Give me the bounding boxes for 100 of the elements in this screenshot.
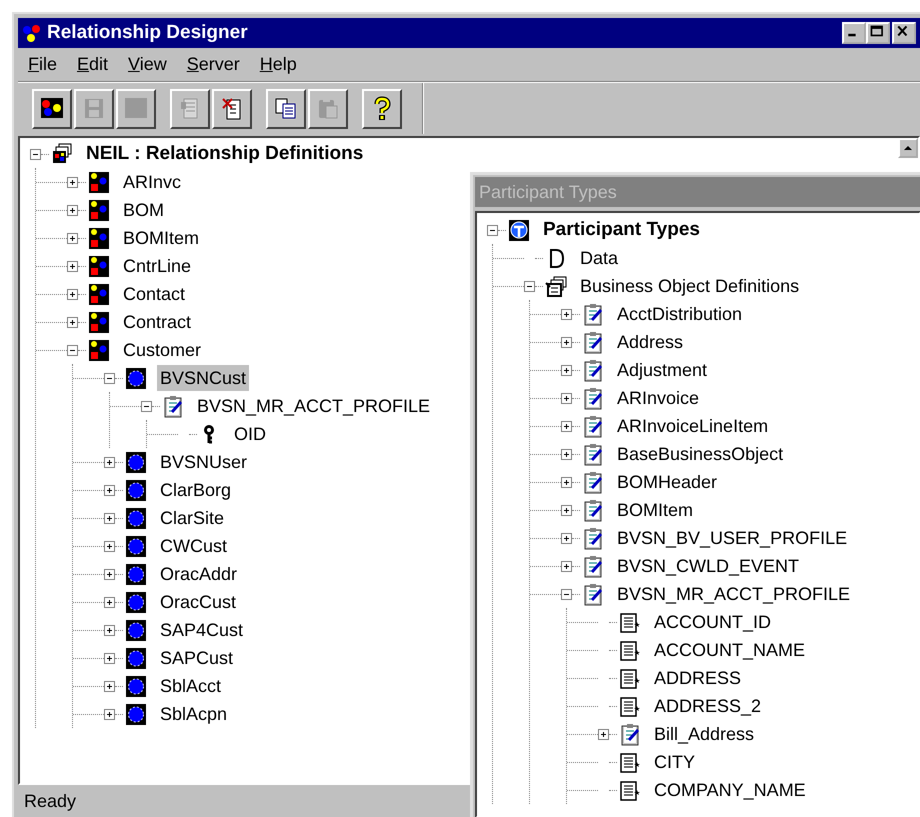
- table-field-icon: [619, 666, 641, 690]
- tree-item[interactable]: ARInvc: [120, 169, 184, 195]
- tree-item[interactable]: BVSNUser: [157, 449, 250, 475]
- scroll-up-button[interactable]: [898, 138, 918, 158]
- collapse-toggle[interactable]: [487, 224, 498, 236]
- tree-item[interactable]: BOMItem: [120, 225, 202, 251]
- expand-toggle[interactable]: [598, 728, 609, 740]
- tree-item[interactable]: AcctDistribution: [614, 301, 746, 327]
- expand-toggle[interactable]: [561, 336, 572, 348]
- relationship-icon: [88, 338, 110, 362]
- tree-item[interactable]: CntrLine: [120, 253, 194, 279]
- expand-toggle[interactable]: [67, 176, 78, 188]
- tree-item[interactable]: BVSN_MR_ACCT_PROFILE: [194, 393, 434, 419]
- app-icon: [22, 24, 41, 42]
- expand-toggle[interactable]: [104, 456, 115, 468]
- expand-toggle[interactable]: [561, 532, 572, 544]
- tree-item[interactable]: Participant Types: [540, 217, 703, 243]
- expand-toggle[interactable]: [561, 420, 572, 432]
- toolbar-button[interactable]: [32, 88, 72, 128]
- tree-item[interactable]: Business Object Definitions: [577, 273, 802, 299]
- tree-item[interactable]: ClarSite: [157, 505, 228, 531]
- collapse-toggle[interactable]: [67, 344, 78, 356]
- tree-item[interactable]: SblAcpn: [157, 701, 230, 727]
- expand-toggle[interactable]: [104, 512, 115, 524]
- expand-toggle[interactable]: [67, 288, 78, 300]
- expand-toggle[interactable]: [67, 204, 78, 216]
- collapse-toggle[interactable]: [30, 148, 41, 160]
- tree-item[interactable]: NEIL : Relationship Definitions: [83, 141, 366, 167]
- expand-toggle[interactable]: [561, 560, 572, 572]
- expand-toggle[interactable]: [104, 484, 115, 496]
- expand-toggle[interactable]: [67, 232, 78, 244]
- relationship-icon: [88, 282, 110, 306]
- tree-item[interactable]: Contract: [120, 309, 194, 335]
- tree-item[interactable]: ADDRESS: [651, 665, 744, 691]
- expand-toggle[interactable]: [561, 392, 572, 404]
- maximize-button[interactable]: [866, 22, 890, 44]
- tree-item[interactable]: Address: [614, 329, 686, 355]
- tree-item[interactable]: BOMHeader: [614, 469, 720, 495]
- tree-item[interactable]: BVSN_MR_ACCT_PROFILE: [614, 581, 854, 607]
- tree-item[interactable]: BOMItem: [614, 497, 696, 523]
- tree-item[interactable]: ARInvoice: [614, 385, 702, 411]
- collapse-toggle[interactable]: [104, 372, 115, 384]
- tree-item[interactable]: SAPCust: [157, 645, 236, 671]
- toolbar-button[interactable]: [212, 88, 252, 128]
- collapse-toggle[interactable]: [524, 280, 535, 292]
- expand-toggle[interactable]: [561, 504, 572, 516]
- tree-item[interactable]: OracCust: [157, 589, 240, 615]
- expand-toggle[interactable]: [561, 364, 572, 376]
- relationship-icon: [88, 226, 110, 250]
- tree-item[interactable]: BVSN_BV_USER_PROFILE: [614, 525, 850, 551]
- tree-item[interactable]: SAP4Cust: [157, 617, 246, 643]
- tree-item[interactable]: BaseBusinessObject: [614, 441, 786, 467]
- toolbar-button[interactable]: [266, 88, 306, 128]
- clipboard-icon: [582, 414, 604, 438]
- tree-item[interactable]: ARInvoiceLineItem: [614, 413, 772, 439]
- minimize-button[interactable]: [842, 22, 866, 44]
- menu-item[interactable]: Edit: [67, 51, 118, 78]
- expand-toggle[interactable]: [67, 316, 78, 328]
- tree-item[interactable]: Customer: [120, 337, 204, 363]
- tree-item[interactable]: ACCOUNT_NAME: [651, 637, 808, 663]
- clipboard-icon: [582, 330, 604, 354]
- menu-item[interactable]: View: [118, 51, 177, 78]
- tree-item[interactable]: CWCust: [157, 533, 230, 559]
- expand-toggle[interactable]: [67, 260, 78, 272]
- expand-toggle[interactable]: [104, 624, 115, 636]
- expand-toggle[interactable]: [104, 652, 115, 664]
- tree-item[interactable]: Contact: [120, 281, 188, 307]
- expand-toggle[interactable]: [104, 568, 115, 580]
- tree-item[interactable]: ClarBorg: [157, 477, 234, 503]
- expand-toggle[interactable]: [104, 680, 115, 692]
- expand-toggle[interactable]: [104, 708, 115, 720]
- expand-toggle[interactable]: [561, 476, 572, 488]
- table-field-icon: [619, 638, 641, 662]
- tree-item[interactable]: OID: [231, 421, 270, 447]
- relationship-icon: [88, 310, 110, 334]
- tree-item[interactable]: CITY: [651, 749, 698, 775]
- tree-item[interactable]: OracAddr: [157, 561, 240, 587]
- table-field-icon: [619, 750, 641, 774]
- collapse-toggle[interactable]: [561, 588, 572, 600]
- tree-item[interactable]: ADDRESS_2: [651, 693, 764, 719]
- tree-item[interactable]: Bill_Address: [651, 721, 758, 747]
- expand-toggle[interactable]: [104, 540, 115, 552]
- tree-item[interactable]: BVSNCust: [157, 365, 250, 391]
- tree-item[interactable]: COMPANY_NAME: [651, 777, 809, 803]
- server-icon: [51, 142, 73, 166]
- expand-toggle[interactable]: [561, 308, 572, 320]
- expand-toggle[interactable]: [104, 596, 115, 608]
- tree-item[interactable]: SblAcct: [157, 673, 224, 699]
- menu-item[interactable]: Server: [176, 51, 250, 78]
- tree-item[interactable]: Adjustment: [614, 357, 710, 383]
- menu-item[interactable]: File: [18, 51, 68, 78]
- close-button[interactable]: [892, 22, 916, 44]
- tree-item[interactable]: BOM: [120, 197, 168, 223]
- tree-item[interactable]: ACCOUNT_ID: [651, 609, 774, 635]
- toolbar-button[interactable]: [362, 88, 402, 128]
- menu-item[interactable]: Help: [250, 51, 307, 78]
- expand-toggle[interactable]: [561, 448, 572, 460]
- tree-item[interactable]: Data: [577, 245, 622, 271]
- tree-item[interactable]: BVSN_CWLD_EVENT: [614, 553, 802, 579]
- collapse-toggle[interactable]: [141, 400, 152, 412]
